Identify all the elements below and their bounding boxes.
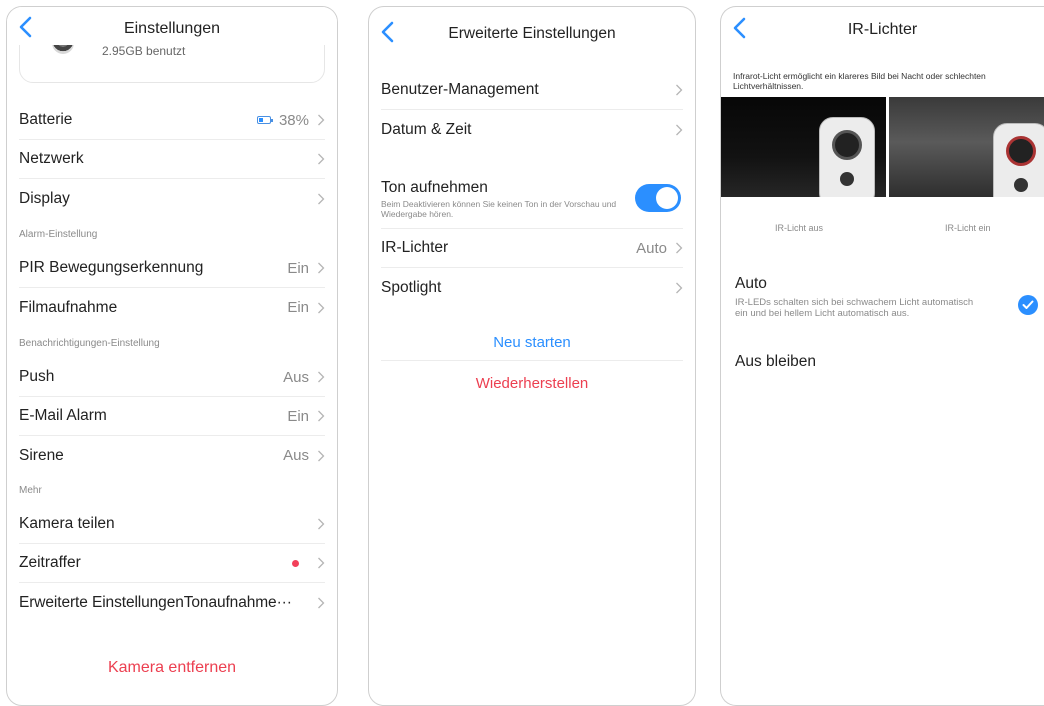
section-header-alarm: Alarm-Einstellung: [19, 229, 98, 240]
battery-row[interactable]: Batterie 38%: [19, 101, 325, 140]
ir-on-preview-image: [889, 97, 1044, 197]
row-label: Sirene: [19, 446, 64, 464]
row-label: Benutzer-Management: [381, 81, 539, 98]
chevron-right-icon: [676, 84, 683, 96]
section-header-more: Mehr: [19, 485, 42, 496]
chevron-right-icon: [318, 262, 325, 274]
row-label: PIR Bewegungserkennung: [19, 259, 204, 276]
email-alarm-row[interactable]: E-Mail Alarm Ein: [19, 397, 325, 436]
timelapse-row[interactable]: Zeitraffer: [19, 544, 325, 583]
chevron-right-icon: [318, 371, 325, 383]
restore-button[interactable]: Wiederherstellen: [381, 365, 683, 401]
row-label: Kamera teilen: [19, 515, 115, 532]
ir-lights-row[interactable]: IR-Lichter Auto: [381, 229, 683, 268]
option-stay-off[interactable]: Aus bleiben: [735, 353, 816, 371]
chevron-right-icon: [318, 410, 325, 422]
section-header-notifications: Benachrichtigungen-Einstellung: [19, 338, 160, 349]
chevron-right-icon: [318, 193, 325, 204]
row-value: Ein: [287, 299, 309, 316]
chevron-right-icon: [676, 242, 683, 254]
sound-label: Ton aufnehmen: [381, 179, 488, 196]
page-title: Erweiterte Einstellungen: [448, 25, 616, 42]
header: IR-Lichter: [721, 7, 1044, 51]
chevron-right-icon: [676, 124, 683, 135]
advanced-settings-screen: Erweiterte Einstellungen Benutzer-Manage…: [368, 6, 696, 706]
ir-description: Infrarot-Licht ermöglicht ein klareres B…: [733, 71, 986, 91]
chevron-right-icon: [318, 153, 325, 165]
record-sound-toggle[interactable]: [635, 184, 681, 212]
siren-row[interactable]: Sirene Aus: [19, 436, 325, 475]
checkmark-icon[interactable]: [1018, 295, 1038, 315]
row-label: Datum & Zeit: [381, 120, 472, 138]
remove-camera-button[interactable]: Kamera entfernen: [7, 659, 337, 677]
page-title: Einstellungen: [123, 20, 221, 37]
row-label: E-Mail Alarm: [19, 407, 107, 424]
push-row[interactable]: Push Aus: [19, 358, 325, 397]
row-label: Spotlight: [381, 278, 442, 296]
ir-on-caption: IR-Licht ein: [945, 223, 991, 233]
sound-description: Beim Deaktivieren können Sie keinen Ton …: [381, 199, 617, 219]
spotlight-row[interactable]: Spotlight: [381, 268, 683, 307]
display-row[interactable]: Display: [19, 179, 325, 218]
row-value: Ein: [287, 259, 309, 277]
row-value: Aus: [283, 447, 309, 464]
chevron-right-icon: [318, 518, 325, 530]
settings-screen: 2.95GB benutzt Einstellungen Batterie 38…: [6, 6, 338, 706]
chevron-right-icon: [318, 114, 325, 126]
ir-off-caption: IR-Licht aus: [775, 223, 824, 233]
header: Einstellungen: [7, 7, 337, 45]
row-value: Aus: [283, 368, 309, 386]
chevron-right-icon: [318, 450, 325, 461]
row-value: Auto: [636, 239, 667, 257]
recording-row[interactable]: Filmaufnahme Ein: [19, 288, 325, 327]
chevron-right-icon: [318, 557, 325, 569]
storage-used-text: 2.95GB benutzt: [102, 44, 186, 58]
option-auto[interactable]: Auto: [735, 275, 767, 293]
row-label: IR-Lichter: [381, 239, 449, 256]
chevron-right-icon: [676, 282, 683, 293]
row-label: Filmaufnahme: [19, 298, 118, 316]
pir-row[interactable]: PIR Bewegungserkennung Ein: [19, 249, 325, 288]
camera-icon: [993, 123, 1044, 197]
share-camera-row[interactable]: Kamera teilen: [19, 505, 325, 544]
row-label: Zeitraffer: [19, 554, 81, 571]
camera-icon: [819, 117, 875, 197]
battery-value: 38%: [278, 111, 309, 129]
user-management-row[interactable]: Benutzer-Management: [381, 71, 683, 110]
row-value: Ein: [287, 407, 309, 425]
row-label: Display: [19, 189, 70, 207]
network-row[interactable]: Netzwerk: [19, 140, 325, 179]
row-label: Push: [19, 368, 55, 385]
row-label: Netzwerk: [19, 150, 84, 167]
restart-button[interactable]: Neu starten: [381, 325, 683, 361]
header: Erweiterte Einstellungen: [369, 7, 695, 51]
page-title: IR-Lichter: [847, 21, 918, 38]
battery-icon: [256, 116, 273, 124]
advanced-settings-row[interactable]: Erweiterte EinstellungenTonaufnahme···: [19, 583, 325, 622]
date-time-row[interactable]: Datum & Zeit: [381, 110, 683, 149]
option-auto-description: IR-LEDs schalten sich bei schwachem Lich…: [735, 297, 974, 319]
row-label: Erweiterte EinstellungenTonaufnahme···: [19, 593, 292, 611]
chevron-right-icon: [318, 302, 325, 313]
new-badge-dot: [292, 559, 299, 567]
toggle-knob: [656, 187, 678, 209]
chevron-right-icon: [318, 597, 325, 608]
row-label: Batterie: [19, 111, 73, 128]
ir-lights-screen: IR-Lichter Infrarot-Licht ermöglicht ein…: [720, 6, 1044, 706]
ir-off-preview-image: [721, 97, 886, 197]
record-sound-row: Ton aufnehmen Beim Deaktivieren können S…: [381, 175, 683, 229]
